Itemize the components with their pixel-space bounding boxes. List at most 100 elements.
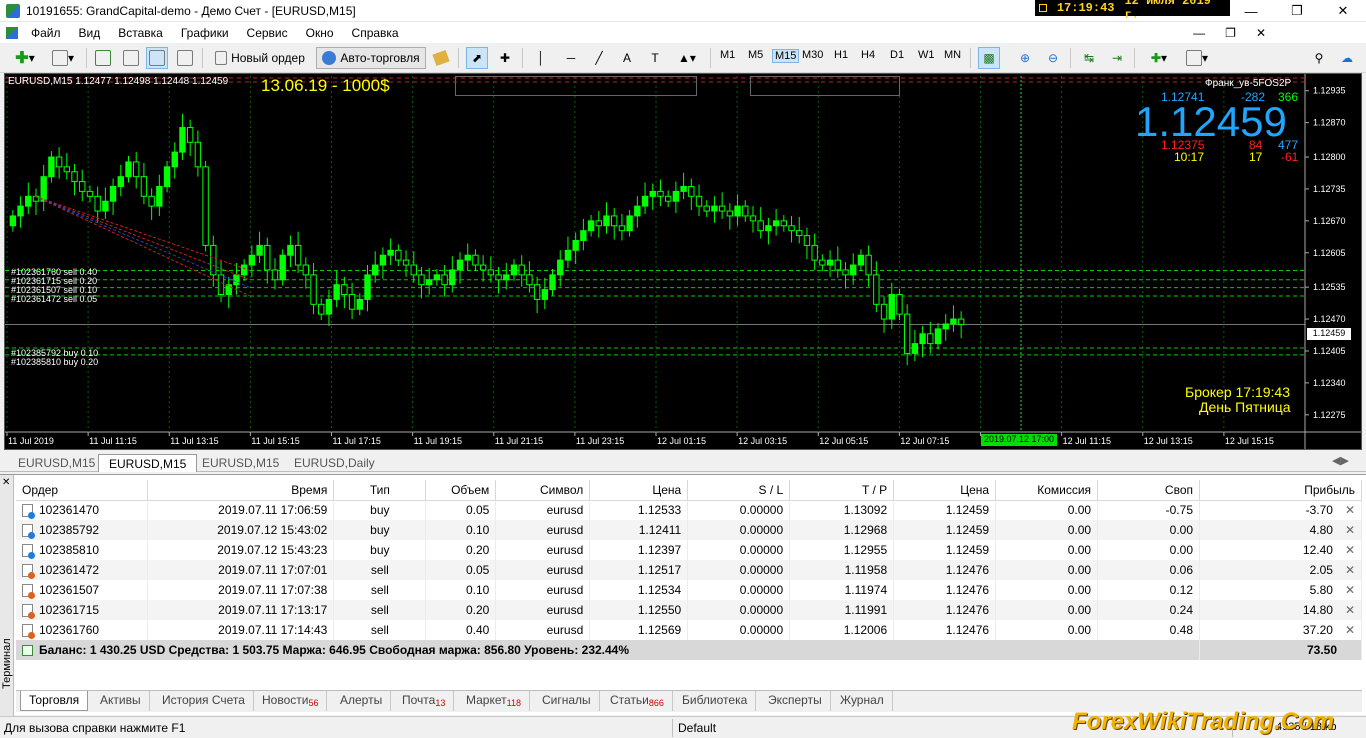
col-type[interactable]: Тип: [333, 480, 427, 501]
trendline-icon: ╱: [595, 51, 603, 65]
text-tool[interactable]: A: [616, 47, 638, 69]
vline-tool[interactable]: │: [530, 47, 552, 69]
price-chart[interactable]: 1.12935 1.12870 1.12800 1.12735 1.12670 1.126…: [4, 73, 1362, 450]
table-row[interactable]: 102385810 2019.07.12 15:43:23 buy 0.20 eurus…: [16, 540, 1362, 560]
label-tool[interactable]: T: [644, 47, 666, 69]
chart-shift-button[interactable]: ⇥: [1106, 47, 1128, 69]
close-order-icon[interactable]: ✕: [1345, 503, 1355, 517]
tf-m5[interactable]: M5: [748, 49, 763, 61]
zoom-out-icon: ⊖: [1047, 51, 1059, 65]
col-sl[interactable]: S / L: [687, 480, 791, 501]
tabs-scroll-icon[interactable]: ◀▶: [1332, 454, 1349, 467]
col-order[interactable]: Ордер: [16, 480, 149, 501]
indicators-list-button[interactable]: ✚ ▾: [1142, 47, 1176, 69]
table-row[interactable]: 102361760 2019.07.11 17:14:43 sell 0.40 euru…: [16, 620, 1362, 640]
menu-tools[interactable]: Сервис: [238, 26, 297, 40]
terminal-tab-7[interactable]: Сигналы: [534, 691, 600, 711]
hline-tool[interactable]: ─: [560, 47, 582, 69]
navigator-button[interactable]: [146, 47, 168, 69]
col-price[interactable]: Цена: [589, 480, 689, 501]
profiles-button[interactable]: ▾: [46, 47, 80, 69]
zoom-out-button[interactable]: ⊖: [1042, 47, 1064, 69]
terminal-button[interactable]: [174, 47, 196, 69]
restore-child-icon[interactable]: — ❐ ✕: [1193, 26, 1266, 40]
auto-trading-button[interactable]: Авто-торговля: [316, 47, 426, 69]
terminal-tab-10[interactable]: Эксперты: [760, 691, 831, 711]
terminal-tab-6[interactable]: Маркет118: [458, 691, 530, 711]
cell-cur: 1.12459: [893, 540, 997, 560]
terminal-tab-5[interactable]: Почта13: [394, 691, 455, 711]
terminal-tab-1[interactable]: Активы: [92, 691, 150, 711]
tf-m1[interactable]: M1: [720, 49, 735, 61]
table-row[interactable]: 102361472 2019.07.11 17:07:01 sell 0.05 euru…: [16, 560, 1362, 580]
chart-tab[interactable]: EURUSD,M15: [8, 454, 105, 472]
search-button[interactable]: ⚲: [1308, 47, 1330, 69]
table-row[interactable]: 102361470 2019.07.11 17:06:59 buy 0.05 eurus…: [16, 500, 1362, 520]
crosshair-tool[interactable]: ✚: [494, 47, 516, 69]
close-order-icon[interactable]: ✕: [1345, 543, 1355, 557]
terminal-tab-11[interactable]: Журнал: [832, 691, 893, 711]
table-row[interactable]: 102361715 2019.07.11 17:13:17 sell 0.20 euru…: [16, 600, 1362, 620]
menu-help[interactable]: Справка: [343, 26, 408, 40]
tf-h4[interactable]: H4: [861, 49, 875, 61]
cursor-tool[interactable]: ⬈: [466, 47, 488, 69]
terminal-close-icon[interactable]: ✕: [2, 477, 10, 488]
close-order-icon[interactable]: ✕: [1345, 623, 1355, 637]
autoscroll-button[interactable]: ↹: [1078, 47, 1100, 69]
trade-link-line: [34, 195, 251, 271]
chart-tab[interactable]: EURUSD,Daily: [284, 454, 385, 472]
maximize-button[interactable]: ❐: [1274, 0, 1320, 22]
terminal-tab-2[interactable]: История Счета: [154, 691, 254, 711]
tf-h1[interactable]: H1: [834, 49, 848, 61]
trendline-tool[interactable]: ╱: [588, 47, 610, 69]
col-tp[interactable]: T / P: [789, 480, 895, 501]
terminal-tab-0[interactable]: Торговля: [20, 691, 89, 711]
tf-m30[interactable]: M30: [802, 49, 823, 61]
cell-price: 1.12550: [589, 600, 689, 620]
minimize-button[interactable]: —: [1228, 0, 1274, 22]
cell-sl: 0.00000: [687, 520, 791, 540]
chart-tab[interactable]: EURUSD,M15: [192, 454, 289, 472]
col-commission[interactable]: Комиссия: [995, 480, 1099, 501]
tf-mn[interactable]: MN: [944, 49, 961, 61]
close-button[interactable]: ✕: [1320, 0, 1366, 22]
table-row[interactable]: 102361507 2019.07.11 17:07:38 sell 0.10 euru…: [16, 580, 1362, 600]
tf-m15[interactable]: M15: [772, 49, 800, 63]
templates-button[interactable]: ▾: [1180, 47, 1214, 69]
col-swap[interactable]: Своп: [1097, 480, 1200, 501]
cell-text: 1.12476: [945, 623, 990, 637]
terminal-tab-3[interactable]: Новости56: [254, 691, 328, 711]
terminal-tab-4[interactable]: Алерты: [332, 691, 392, 711]
close-order-icon[interactable]: ✕: [1345, 583, 1355, 597]
meta-editor-button[interactable]: [430, 47, 452, 69]
close-order-icon[interactable]: ✕: [1345, 563, 1355, 577]
menu-insert[interactable]: Вставка: [109, 26, 172, 40]
templates-icon: [1185, 50, 1202, 66]
close-order-icon[interactable]: ✕: [1345, 603, 1355, 617]
menu-view[interactable]: Вид: [70, 26, 110, 40]
table-row[interactable]: 102385792 2019.07.12 15:43:02 buy 0.10 eurus…: [16, 520, 1362, 540]
community-button[interactable]: ☁: [1336, 47, 1358, 69]
menu-charts[interactable]: Графики: [172, 26, 238, 40]
zoom-in-button[interactable]: ⊕: [1014, 47, 1036, 69]
chart-tab-active[interactable]: EURUSD,M15: [98, 454, 198, 472]
terminal-tab-8[interactable]: Статьи866: [602, 691, 673, 711]
shapes-tool[interactable]: ▲▾: [672, 47, 702, 69]
tf-d1[interactable]: D1: [890, 49, 904, 61]
new-chart-button[interactable]: ✚ ▾: [8, 47, 42, 69]
col-symbol[interactable]: Символ: [495, 480, 591, 501]
col-time[interactable]: Время: [147, 480, 335, 501]
tf-w1[interactable]: W1: [918, 49, 935, 61]
data-window-button[interactable]: [120, 47, 142, 69]
market-watch-button[interactable]: [92, 47, 114, 69]
col-current-price[interactable]: Цена: [893, 480, 997, 501]
menu-file[interactable]: Файл: [22, 26, 70, 40]
new-order-button[interactable]: Новый ордер: [208, 47, 312, 69]
terminal-tab-9[interactable]: Библиотека: [674, 691, 757, 711]
indicators-button[interactable]: ▩: [978, 47, 1000, 69]
col-profit[interactable]: Прибыль: [1199, 480, 1362, 501]
col-volume[interactable]: Объем: [425, 480, 497, 501]
close-order-icon[interactable]: ✕: [1345, 523, 1355, 537]
menu-window[interactable]: Окно: [297, 26, 343, 40]
bull-candle: [379, 254, 387, 266]
